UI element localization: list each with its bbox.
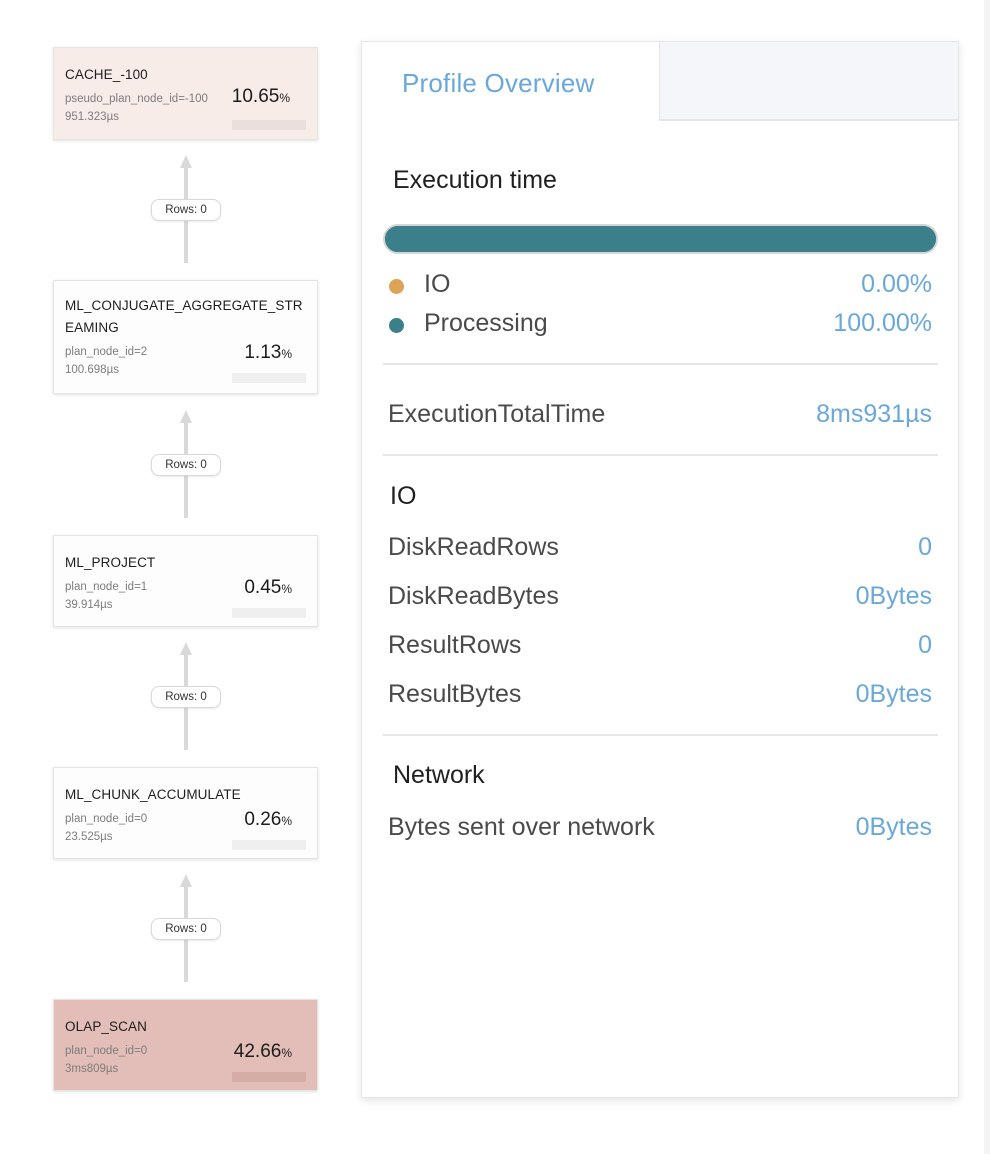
exec-bar-segment-processing — [385, 226, 936, 252]
processing-dot-icon — [389, 318, 404, 333]
plan-node-ml-project[interactable]: ML_PROJECT plan_node_id=1 39.914µs 0.45% — [53, 535, 318, 627]
node-percent: 42.66% — [233, 1041, 292, 1062]
divider — [383, 734, 938, 736]
metric-value: 0Bytes — [855, 813, 932, 841]
plan-node-ml-chunk-accumulate[interactable]: ML_CHUNK_ACCUMULATE plan_node_id=0 23.52… — [53, 767, 318, 859]
metric-label: DiskReadRows — [388, 533, 559, 561]
divider — [383, 454, 938, 456]
metric-value: 8ms931µs — [816, 400, 932, 428]
metric-value: 0 — [918, 631, 932, 659]
legend-io: IO 0.00% — [388, 270, 932, 300]
tab-empty[interactable] — [659, 42, 958, 121]
plan-node-olap-scan[interactable]: OLAP_SCAN plan_node_id=0 3ms809µs 42.66% — [53, 999, 318, 1091]
plan-tree: CACHE_-100 pseudo_plan_node_id=-100 951.… — [0, 0, 340, 1154]
metric-execution-total-time: ExecutionTotalTime 8ms931µs — [388, 400, 932, 432]
metric-disk-read-bytes: DiskReadBytes 0Bytes — [388, 582, 932, 614]
node-time-share-bar — [232, 1072, 306, 1082]
edge-rows-badge: Rows: 0 — [151, 199, 221, 221]
metric-value: 0Bytes — [855, 680, 932, 708]
query-profile-page: CACHE_-100 pseudo_plan_node_id=-100 951.… — [0, 0, 990, 1154]
metric-disk-read-rows: DiskReadRows 0 — [388, 533, 932, 565]
node-percent: 0.26% — [244, 809, 292, 830]
io-dot-icon — [389, 279, 404, 294]
node-percent: 10.65% — [231, 86, 290, 107]
network-heading: Network — [393, 761, 485, 789]
node-time-share-bar — [232, 608, 306, 618]
metric-label: ResultBytes — [388, 680, 522, 708]
edge-rows-badge: Rows: 0 — [151, 918, 221, 940]
node-title: CACHE_-100 — [65, 67, 148, 82]
plan-node-ml-conjugate-aggregate-streaming[interactable]: ML_CONJUGATE_AGGREGATE_STREAMING plan_no… — [53, 280, 318, 394]
metric-label: ExecutionTotalTime — [388, 400, 606, 428]
metric-value: 0Bytes — [855, 582, 932, 610]
profile-panel: Profile Overview Execution time IO 0.00%… — [361, 41, 959, 1098]
node-title: ML_PROJECT — [65, 555, 156, 570]
node-title: ML_CONJUGATE_AGGREGATE_STREAMING — [65, 298, 303, 335]
node-time-share-bar — [232, 120, 306, 130]
tab-profile-overview[interactable]: Profile Overview — [362, 42, 659, 121]
tab-bar: Profile Overview — [362, 42, 958, 121]
divider — [383, 363, 938, 365]
execution-time-bar — [383, 224, 938, 254]
vertical-scrollbar[interactable] — [984, 0, 990, 1154]
node-title: OLAP_SCAN — [65, 1019, 147, 1034]
metric-bytes-sent-over-network: Bytes sent over network 0Bytes — [388, 813, 932, 845]
io-heading: IO — [390, 482, 417, 510]
legend-label: IO — [424, 270, 451, 298]
execution-time-heading: Execution time — [393, 166, 557, 194]
node-percent: 1.13% — [244, 342, 292, 363]
legend-value: 100.00% — [833, 309, 932, 337]
tab-label: Profile Overview — [402, 68, 595, 98]
metric-label: Bytes sent over network — [388, 813, 655, 841]
node-percent: 0.45% — [244, 577, 292, 598]
plan-node-cache[interactable]: CACHE_-100 pseudo_plan_node_id=-100 951.… — [53, 47, 318, 140]
metric-label: DiskReadBytes — [388, 582, 559, 610]
metric-result-bytes: ResultBytes 0Bytes — [388, 680, 932, 712]
metric-value: 0 — [918, 533, 932, 561]
legend-label: Processing — [424, 309, 548, 337]
edge-rows-badge: Rows: 0 — [151, 686, 221, 708]
metric-result-rows: ResultRows 0 — [388, 631, 932, 663]
legend-value: 0.00% — [861, 270, 932, 298]
node-time-share-bar — [232, 840, 306, 850]
node-time-share-bar — [232, 373, 306, 383]
edge-rows-badge: Rows: 0 — [151, 454, 221, 476]
node-title: ML_CHUNK_ACCUMULATE — [65, 787, 241, 802]
metric-label: ResultRows — [388, 631, 522, 659]
legend-processing: Processing 100.00% — [388, 309, 932, 339]
